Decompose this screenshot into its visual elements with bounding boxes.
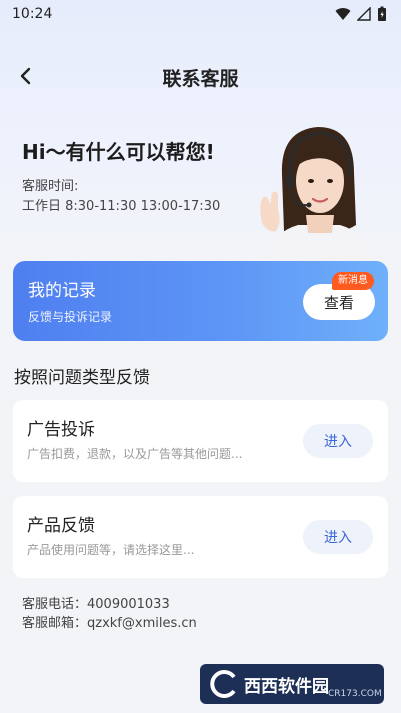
greeting-text: Hi～有什么可以帮您! (22, 140, 215, 164)
watermark-icon (210, 670, 236, 698)
category-title: 产品反馈 (27, 516, 95, 536)
watermark-logo: 西西软件园 CR173.COM (200, 664, 384, 704)
service-hours-value: 工作日 8:30-11:30 13:00-17:30 (22, 199, 221, 214)
category-title: 广告投诉 (27, 420, 95, 440)
records-subtitle: 反馈与投诉记录 (28, 310, 113, 324)
wifi-icon (335, 8, 351, 20)
category-description: 广告扣费，退款，以及广告等其他问题... (27, 447, 243, 461)
category-card-product-feedback[interactable]: 产品反馈 产品使用问题等，请选择这里... 进入 (13, 496, 388, 578)
watermark-text: 西西软件园 (244, 676, 329, 697)
new-message-badge: 新消息 (332, 272, 374, 290)
service-phone: 客服电话：4009001033 (22, 597, 170, 612)
records-title: 我的记录 (28, 281, 96, 301)
service-email: 客服邮箱：qzxkf@xmiles.cn (22, 616, 197, 631)
enter-button[interactable]: 进入 (303, 424, 373, 458)
signal-icon (357, 7, 371, 21)
category-card-ad-complaint[interactable]: 广告投诉 广告扣费，退款，以及广告等其他问题... 进入 (13, 400, 388, 482)
watermark-subtext: CR173.COM (328, 689, 382, 699)
service-hours-label: 客服时间: (22, 179, 79, 194)
my-records-card[interactable]: 我的记录 反馈与投诉记录 查看 新消息 (13, 261, 388, 341)
battery-icon (378, 6, 386, 21)
status-icons (335, 6, 387, 22)
customer-service-agent-illustration (260, 127, 374, 265)
enter-button[interactable]: 进入 (303, 520, 373, 554)
page-title: 联系客服 (162, 68, 239, 90)
status-time: 10:24 (12, 6, 53, 22)
status-bar: 10:24 (0, 0, 401, 28)
section-heading: 按照问题类型反馈 (14, 368, 150, 388)
nav-bar: 联系客服 (0, 58, 401, 94)
category-description: 产品使用问题等，请选择这里... (27, 543, 195, 557)
